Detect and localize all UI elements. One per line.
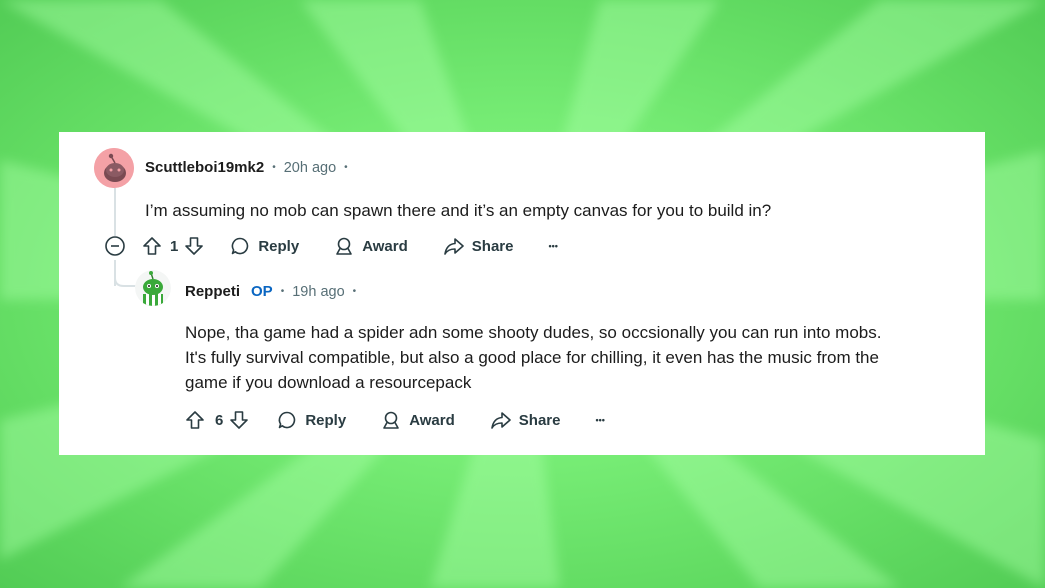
more-options-button[interactable]: ••• [595,415,604,425]
separator: • [344,162,348,173]
username[interactable]: Reppeti [185,283,240,300]
arrow-down-outline-icon [185,237,204,255]
arrow-up-outline-icon [143,237,161,255]
separator: • [280,286,285,297]
upvote-button[interactable] [185,410,205,430]
more-options-button[interactable]: ••• [548,241,557,251]
reply-button[interactable]: Reply [277,410,346,430]
separator: • [352,286,357,297]
comment-body-line: game if you download a resourcepack [185,373,472,392]
collapse-thread-button[interactable] [104,235,126,257]
reply-label: Reply [305,411,347,429]
award-label: Award [409,411,455,429]
upvote-button[interactable] [142,236,162,256]
downvote-button[interactable] [184,236,204,256]
reply-button[interactable]: Reply [230,236,299,256]
comment-actions: 6 Reply Award Share ••• [185,408,605,432]
username[interactable]: Scuttleboi19mk2 [145,159,264,176]
arrow-up-outline-icon [186,411,204,429]
snoo-avatar-icon [94,148,134,188]
comment-body: Nope, tha game had a spider adn some sho… [185,320,881,395]
award-label: Award [362,237,408,255]
timestamp[interactable]: 20h ago [284,160,336,176]
share-button[interactable]: Share [490,410,561,430]
share-arrow-icon [490,412,511,429]
arrow-down-outline-icon [230,411,249,429]
speech-bubble-icon [231,237,249,255]
vote-count: 6 [215,411,224,429]
share-label: Share [518,411,561,429]
avatar[interactable] [135,270,171,306]
minus-circle-icon [105,236,125,256]
vote-count: 1 [170,237,179,255]
downvote-button[interactable] [229,410,249,430]
speech-bubble-icon [278,411,296,429]
thread-line [114,188,116,236]
share-arrow-icon [443,238,464,255]
comment-card: Scuttleboi19mk2 • 20h ago • I’m assuming… [59,132,985,455]
share-label: Share [471,237,514,255]
comment-actions: 1 Reply Award Share ••• [104,234,558,258]
timestamp[interactable]: 19h ago [292,284,344,300]
award-ribbon-icon [336,237,353,255]
snoo-avatar-icon [135,270,171,306]
comment-body-line: It's fully survival compatible, but also… [185,348,879,367]
award-button[interactable]: Award [381,410,455,430]
op-badge: OP [251,283,273,300]
award-button[interactable]: Award [334,236,408,256]
avatar[interactable] [94,148,134,188]
reply-label: Reply [258,237,300,255]
comment-body: I’m assuming no mob can spawn there and … [145,201,772,220]
separator: • [272,162,276,173]
comment-body-line: Nope, tha game had a spider adn some sho… [185,323,882,342]
share-button[interactable]: Share [443,236,514,256]
award-ribbon-icon [383,411,400,429]
